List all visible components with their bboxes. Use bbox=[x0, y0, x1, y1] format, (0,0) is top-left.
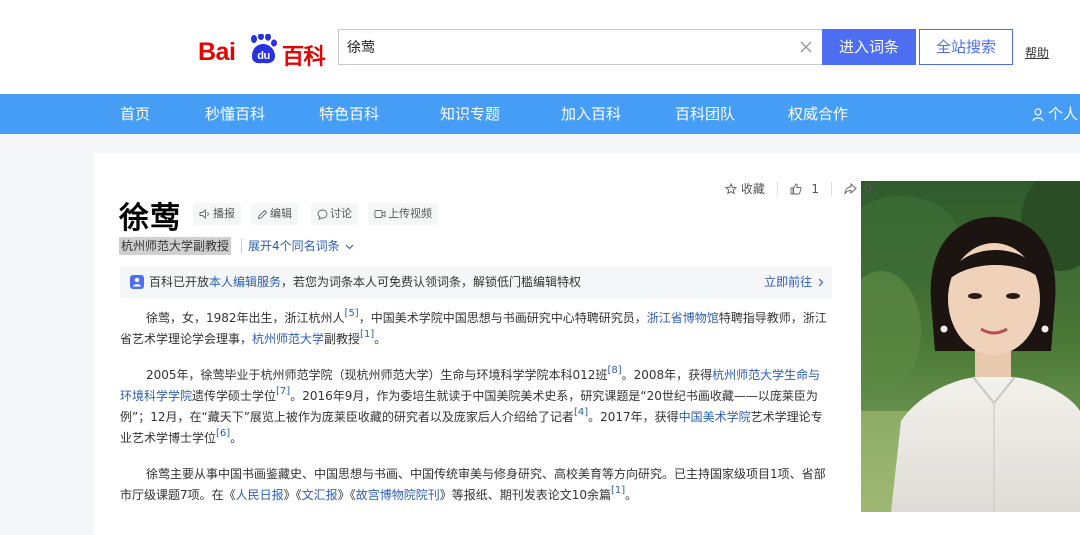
baidu-paw-icon: du bbox=[251, 34, 277, 64]
text: 2005年，徐莺毕业于杭州师范学院（现杭州师范大学）生命与环境科学学院本科012… bbox=[146, 368, 608, 382]
logo-bai: Bai bbox=[198, 38, 236, 66]
nav-item-topics[interactable]: 知识专题 bbox=[440, 94, 500, 134]
help-link[interactable]: 帮助 bbox=[1025, 44, 1049, 61]
nav-item-authority[interactable]: 权威合作 bbox=[788, 94, 848, 134]
logo-baike: 百科 bbox=[282, 44, 326, 69]
comment-icon bbox=[317, 209, 328, 220]
search-input[interactable] bbox=[347, 30, 787, 64]
text: 。 bbox=[625, 488, 638, 502]
text: 副教授 bbox=[324, 332, 361, 346]
expand-label: 展开4个同名词条 bbox=[248, 239, 340, 253]
link-peoples-daily[interactable]: 人民日报 bbox=[236, 488, 284, 502]
broadcast-button[interactable]: 播报 bbox=[193, 203, 241, 225]
notice-text: 百科已开放本人编辑服务，若您为词条本人可免费认领词条，解锁低门槛编辑特权 bbox=[149, 266, 581, 298]
notice-suffix: ，若您为词条本人可免费认领词条，解锁低门槛编辑特权 bbox=[281, 275, 582, 289]
reference-8[interactable]: [8] bbox=[607, 365, 621, 376]
upload-video-button[interactable]: 上传视频 bbox=[368, 203, 438, 225]
text: 。 bbox=[230, 431, 243, 445]
go-now-label: 立即前往 bbox=[764, 275, 813, 289]
clear-icon[interactable] bbox=[798, 39, 814, 55]
discuss-label: 讨论 bbox=[330, 207, 352, 220]
text: 。 bbox=[374, 332, 387, 346]
share-count: 0 bbox=[864, 181, 873, 196]
entry-actions: 收藏 1 0 bbox=[724, 180, 873, 197]
reference-1[interactable]: [1] bbox=[360, 329, 374, 340]
discuss-button[interactable]: 讨论 bbox=[311, 203, 358, 225]
edit-button[interactable]: 编辑 bbox=[251, 203, 298, 225]
nav-item-join[interactable]: 加入百科 bbox=[561, 94, 621, 134]
search-box bbox=[338, 29, 822, 65]
education-paragraph: 2005年，徐莺毕业于杭州师范学院（现杭州师范大学）生命与环境科学学院本科012… bbox=[120, 365, 832, 449]
text: 》《 bbox=[337, 488, 356, 502]
reference-1[interactable]: [1] bbox=[611, 485, 625, 496]
research-paragraph: 徐莺主要从事中国书画鉴藏史、中国思想与书画、中国传统审美与修身研究、高校美育等方… bbox=[120, 464, 832, 506]
broadcast-label: 播报 bbox=[213, 207, 235, 220]
nav-item-featured[interactable]: 特色百科 bbox=[319, 94, 379, 134]
text: 。2017年，获得 bbox=[588, 410, 679, 424]
nav-item-team[interactable]: 百科团队 bbox=[675, 94, 735, 134]
portrait-image[interactable] bbox=[861, 181, 1080, 512]
link-china-academy-of-art[interactable]: 中国美术学院 bbox=[679, 410, 751, 424]
like-count: 1 bbox=[811, 181, 819, 196]
info-user-icon bbox=[130, 275, 144, 289]
nav-item-miaodong[interactable]: 秒懂百科 bbox=[205, 94, 265, 134]
self-edit-service-link[interactable]: 本人编辑服务 bbox=[209, 275, 281, 289]
nav-user-label: 个人 bbox=[1048, 105, 1079, 123]
chevron-right-icon bbox=[818, 278, 824, 287]
reference-4[interactable]: [4] bbox=[574, 407, 588, 418]
go-now-link[interactable]: 立即前往 bbox=[764, 266, 824, 298]
summary-paragraph: 徐莺，女，1982年出生，浙江杭州人[5]，中国美术学院中国思想与书画研究中心特… bbox=[120, 308, 832, 350]
logo-du: du bbox=[257, 50, 269, 62]
nav-item-user[interactable]: 个人 bbox=[1032, 94, 1078, 134]
baidu-baike-logo[interactable]: Bai du 百科 bbox=[198, 22, 330, 69]
expand-namesake-link[interactable]: 展开4个同名词条 bbox=[248, 237, 354, 255]
collect-label[interactable]: 收藏 bbox=[741, 182, 765, 196]
reference-6[interactable]: [6] bbox=[216, 428, 230, 439]
link-zhejiang-museum[interactable]: 浙江省博物馆 bbox=[647, 311, 719, 325]
text: 徐莺，女，1982年出生，浙江杭州人 bbox=[146, 311, 345, 325]
notice-prefix: 百科已开放 bbox=[149, 275, 210, 289]
divider bbox=[776, 181, 778, 196]
speaker-icon bbox=[199, 209, 209, 219]
header: Bai du 百科 进入词条 全站搜索 帮助 bbox=[0, 0, 1080, 94]
nav-item-home[interactable]: 首页 bbox=[120, 94, 150, 134]
text: 》等报纸、期刊发表论文10余篇 bbox=[439, 488, 611, 502]
enter-entry-button[interactable]: 进入词条 bbox=[822, 29, 916, 65]
divider bbox=[241, 239, 242, 253]
link-palace-museum-journal[interactable]: 故宫博物院院刊 bbox=[356, 488, 440, 502]
entry-subtitle: 杭州师范大学副教授 bbox=[119, 237, 232, 255]
text: 遗传学硕士学位 bbox=[192, 389, 277, 403]
main-nav: 首页 秒懂百科 特色百科 知识专题 加入百科 百科团队 权威合作 个人 bbox=[0, 94, 1080, 134]
entry-title: 徐莺 bbox=[119, 201, 181, 236]
site-search-button[interactable]: 全站搜索 bbox=[919, 29, 1013, 65]
upload-video-label: 上传视频 bbox=[388, 207, 432, 220]
text: 》《 bbox=[283, 488, 302, 502]
reference-5[interactable]: [5] bbox=[345, 308, 359, 319]
share-icon[interactable] bbox=[844, 182, 857, 195]
reference-7[interactable]: [7] bbox=[276, 386, 290, 397]
divider bbox=[830, 181, 832, 196]
text: ，中国美术学院中国思想与书画研究中心特聘研究员， bbox=[358, 311, 647, 325]
video-icon bbox=[374, 210, 386, 218]
pencil-icon bbox=[257, 209, 268, 219]
link-hangzhou-normal-university[interactable]: 杭州师范大学 bbox=[252, 332, 324, 346]
edit-label: 编辑 bbox=[270, 207, 292, 220]
link-wenhui-bao[interactable]: 文汇报 bbox=[302, 488, 338, 502]
star-icon[interactable] bbox=[724, 182, 738, 195]
claim-notice: 百科已开放本人编辑服务，若您为词条本人可免费认领词条，解锁低门槛编辑特权 立即前… bbox=[120, 266, 832, 298]
chevron-down-icon bbox=[346, 244, 354, 249]
text: 。2008年，获得 bbox=[621, 368, 713, 382]
user-icon bbox=[1032, 107, 1044, 121]
thumb-up-icon[interactable] bbox=[790, 183, 802, 195]
